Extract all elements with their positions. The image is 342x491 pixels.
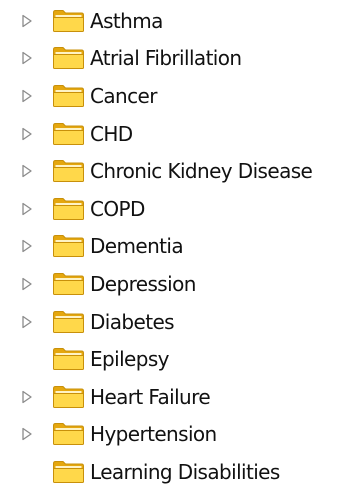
tree-item[interactable]: Chronic Kidney Disease [0,152,342,190]
tree-item[interactable]: CHD [0,115,342,153]
tree-item-label[interactable]: Atrial Fibrillation [90,48,242,68]
tree-item[interactable]: Depression [0,265,342,303]
folder-icon [53,84,84,107]
expand-triangle-icon[interactable] [20,201,34,217]
tree-item[interactable]: COPD [0,190,342,228]
expand-triangle-icon[interactable] [20,314,34,330]
tree-item-label[interactable]: CHD [90,124,133,144]
tree-item[interactable]: Asthma [0,2,342,40]
folder-icon [53,47,84,70]
expand-triangle-icon[interactable] [20,426,34,442]
folder-icon [53,160,84,183]
folder-icon [53,235,84,258]
tree-item-label[interactable]: Depression [90,274,196,294]
tree-item[interactable]: Diabetes [0,303,342,341]
folder-icon [53,460,84,483]
expand-triangle-icon[interactable] [20,50,34,66]
tree-item-label[interactable]: Dementia [90,236,184,256]
tree-item-label[interactable]: Epilepsy [90,349,170,369]
tree-item-label[interactable]: COPD [90,199,145,219]
tree-item[interactable]: Learning Disabilities [0,453,342,491]
tree-item[interactable]: Heart Failure [0,378,342,416]
tree-item[interactable]: Epilepsy [0,340,342,378]
tree-item[interactable]: Cancer [0,77,342,115]
tree-item[interactable]: Hypertension [0,416,342,454]
expand-triangle-icon[interactable] [20,163,34,179]
folder-icon [53,122,84,145]
expand-triangle-icon[interactable] [20,126,34,142]
tree-item-label[interactable]: Heart Failure [90,387,211,407]
folder-icon [53,197,84,220]
expand-triangle-icon[interactable] [20,238,34,254]
folder-icon [53,310,84,333]
folder-icon [53,385,84,408]
tree-item-label[interactable]: Cancer [90,86,157,106]
folder-icon [53,348,84,371]
folder-icon [53,423,84,446]
expand-triangle-icon[interactable] [20,88,34,104]
folder-tree: Asthma Atrial Fibrillation Cancer CHD Chroni… [0,0,342,491]
expand-triangle-icon[interactable] [20,389,34,405]
tree-item-label[interactable]: Hypertension [90,424,217,444]
folder-icon [53,9,84,32]
folder-icon [53,272,84,295]
tree-item-label[interactable]: Learning Disabilities [90,462,280,482]
tree-item-label[interactable]: Diabetes [90,312,175,332]
tree-item-label[interactable]: Chronic Kidney Disease [90,161,313,181]
tree-item[interactable]: Dementia [0,228,342,266]
tree-item[interactable]: Atrial Fibrillation [0,40,342,78]
expand-triangle-icon[interactable] [20,276,34,292]
expand-triangle-icon[interactable] [20,13,34,29]
tree-item-label[interactable]: Asthma [90,11,163,31]
